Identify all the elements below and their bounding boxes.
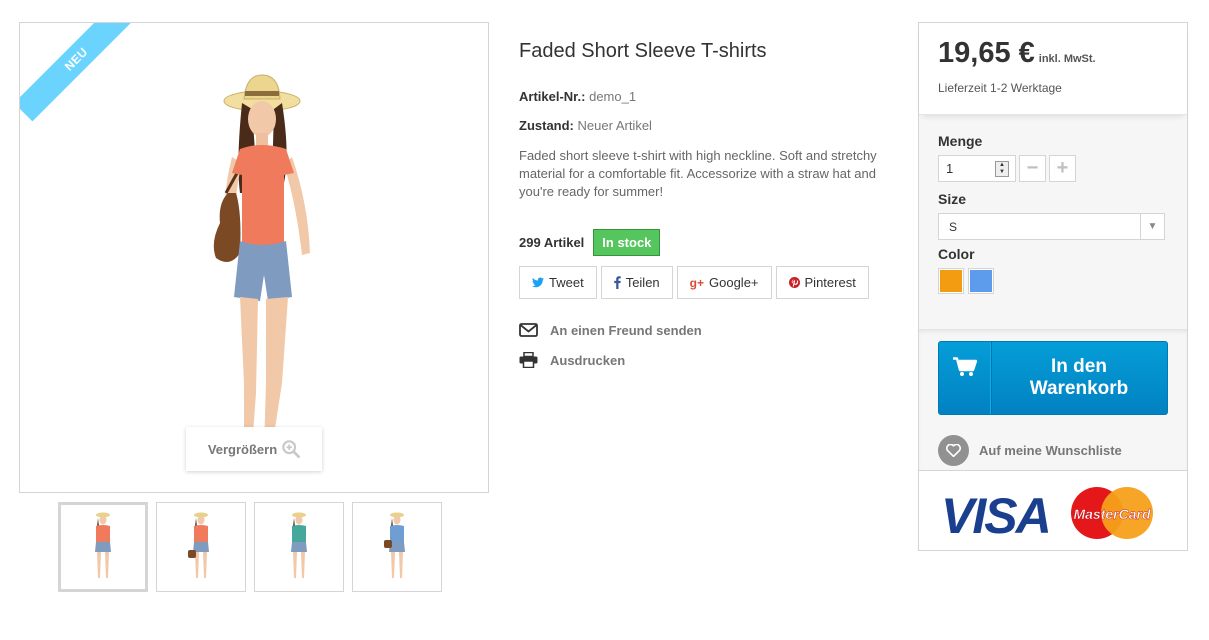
price-block: 19,65 € inkl. MwSt. Lieferzeit 1-2 Werkta… — [919, 23, 1187, 115]
google-plus-label: Google+ — [709, 275, 759, 290]
product-attributes: Menge 1 ▲ ▼ − + Size S ▼ Color — [919, 115, 1187, 329]
envelope-icon — [519, 323, 538, 337]
svg-text:VISA: VISA — [941, 488, 1050, 544]
pinterest-icon — [788, 277, 800, 288]
heart-icon — [938, 435, 969, 466]
spinner-up-icon[interactable]: ▲ — [996, 162, 1008, 169]
pinterest-share-button[interactable]: Pinterest — [775, 266, 869, 299]
thumbnail-image — [384, 512, 405, 578]
thumbnail-3[interactable] — [254, 502, 344, 592]
svg-text:MasterCard: MasterCard — [1073, 506, 1150, 522]
social-share: Tweet Teilen g+ Google+ Pinterest — [519, 266, 889, 299]
product-title: Faded Short Sleeve T-shirts — [519, 40, 767, 62]
thumbnail-image — [188, 512, 209, 578]
printer-icon — [519, 352, 538, 368]
color-swatches — [938, 268, 1168, 294]
zoom-in-icon — [282, 440, 301, 458]
delivery-time: Lieferzeit 1-2 Werktage — [938, 81, 1062, 95]
quantity-value: 1 — [946, 161, 954, 176]
print-link[interactable]: Ausdrucken — [519, 345, 889, 375]
new-badge: NEU — [20, 23, 139, 122]
payment-logos: VISA MasterCard — [919, 470, 1187, 550]
stock-quantity: 299 Artikel — [519, 235, 585, 250]
cart-icon — [939, 342, 991, 414]
add-to-cart-label: In den Warenkorb — [991, 342, 1167, 414]
twitter-icon — [532, 277, 544, 288]
price-value: 19,65 € — [938, 37, 1035, 69]
size-select[interactable]: S ▼ — [938, 213, 1165, 240]
stock-row: 299 Artikel In stock — [519, 229, 889, 256]
product-info: Faded Short Sleeve T-shirts Artikel-Nr.:… — [519, 40, 889, 375]
payment-cards-logo: VISA MasterCard — [941, 487, 1153, 544]
quantity-row: 1 ▲ ▼ − + — [938, 155, 1168, 182]
pinterest-label: Pinterest — [804, 275, 856, 290]
thumbnail-list — [58, 502, 442, 592]
condition-label: Zustand: — [519, 118, 574, 133]
thumbnail-image — [291, 512, 307, 578]
send-to-friend-link[interactable]: An einen Freund senden — [519, 315, 889, 345]
condition-value: Neuer Artikel — [577, 118, 652, 133]
quantity-minus-button[interactable]: − — [1019, 155, 1046, 182]
color-label: Color — [938, 246, 975, 262]
product-description: Faded short sleeve t-shirt with high nec… — [519, 148, 877, 199]
product-actions: An einen Freund senden Ausdrucken — [519, 315, 889, 375]
google-plus-share-button[interactable]: g+ Google+ — [676, 266, 772, 299]
facebook-label: Teilen — [625, 275, 660, 290]
new-badge-label: NEU — [61, 44, 91, 74]
add-to-cart-line2: Warenkorb — [1029, 378, 1129, 399]
wishlist-label: Auf meine Wunschliste — [979, 443, 1122, 458]
size-label: Size — [938, 191, 967, 207]
thumbnail-4[interactable] — [352, 502, 442, 592]
size-value: S — [949, 219, 958, 234]
thumbnail-1[interactable] — [58, 502, 148, 592]
tweet-button[interactable]: Tweet — [519, 266, 597, 299]
product-condition: Zustand: Neuer Artikel — [519, 118, 889, 133]
thumbnail-image — [95, 512, 111, 578]
tax-label: inkl. MwSt. — [1038, 53, 1096, 65]
add-to-cart-button[interactable]: In den Warenkorb — [938, 341, 1168, 415]
color-swatch-2[interactable] — [968, 268, 994, 294]
facebook-share-button[interactable]: Teilen — [600, 266, 673, 299]
quantity-spinner[interactable]: ▲ ▼ — [995, 160, 1009, 177]
product-reference: Artikel-Nr.: demo_1 — [519, 89, 889, 104]
google-plus-icon: g+ — [689, 275, 704, 290]
price: 19,65 € inkl. MwSt. — [938, 37, 1168, 70]
color-fill — [970, 270, 992, 292]
facebook-icon — [613, 276, 621, 289]
chevron-down-icon: ▼ — [1140, 214, 1164, 239]
color-swatch-1[interactable] — [938, 268, 964, 294]
zoom-label: Vergrößern — [207, 441, 278, 457]
tweet-label: Tweet — [549, 275, 584, 290]
wishlist-link[interactable]: Auf meine Wunschliste — [938, 435, 1168, 466]
color-fill — [940, 270, 962, 292]
reference-label: Artikel-Nr.: — [519, 89, 586, 104]
availability-badge: In stock — [593, 229, 661, 256]
quantity-plus-button[interactable]: + — [1049, 155, 1076, 182]
send-to-friend-label: An einen Freund senden — [550, 322, 702, 338]
add-to-cart-line1: In den — [1051, 356, 1107, 377]
quantity-label: Menge — [938, 133, 983, 149]
reference-value: demo_1 — [589, 89, 637, 104]
spinner-down-icon[interactable]: ▼ — [996, 169, 1008, 176]
thumbnail-2[interactable] — [156, 502, 246, 592]
product-photo — [213, 74, 310, 463]
cart-area: In den Warenkorb Auf meine Wunschliste — [919, 329, 1187, 479]
main-product-image[interactable]: NEU Vergrößern — [19, 22, 489, 493]
print-label: Ausdrucken — [550, 352, 626, 368]
zoom-button[interactable]: Vergrößern — [186, 427, 322, 471]
quantity-input[interactable]: 1 ▲ ▼ — [938, 155, 1016, 182]
buy-box: 19,65 € inkl. MwSt. Lieferzeit 1-2 Werkta… — [918, 22, 1188, 551]
